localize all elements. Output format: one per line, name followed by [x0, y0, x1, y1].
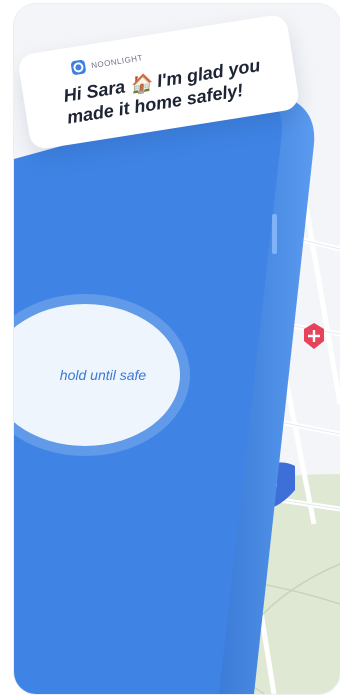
phone-side-button: [272, 214, 277, 254]
hold-until-safe-label: hold until safe: [59, 367, 147, 383]
notification-header: NOONLIGHT: [70, 50, 144, 76]
noonlight-app-icon: [70, 59, 87, 76]
notification-app-name: NOONLIGHT: [90, 52, 144, 70]
app-store-screenshot: P hold until safe NOONLIGHT Hi Sara 🏠 I'…: [14, 4, 340, 694]
